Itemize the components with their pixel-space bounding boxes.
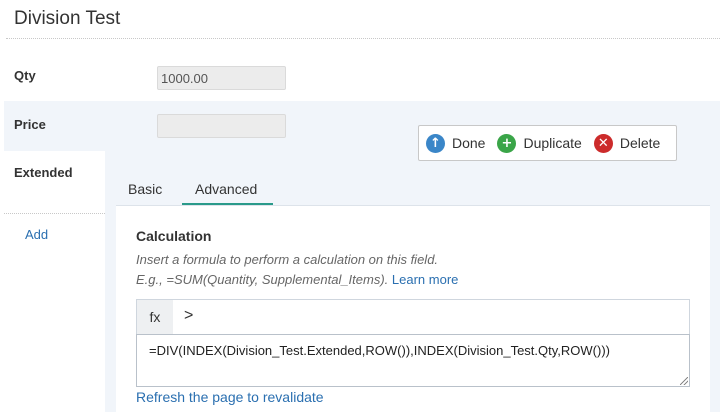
calculation-hint: Insert a formula to perform a calculatio… — [136, 252, 439, 267]
extended-divider — [4, 213, 105, 214]
title-divider — [6, 38, 720, 39]
done-button[interactable]: ↑ Done — [426, 133, 486, 153]
page-title: Division Test — [14, 8, 121, 29]
add-field-link[interactable]: Add — [25, 227, 48, 242]
price-field[interactable] — [157, 114, 286, 138]
learn-more-link[interactable]: Learn more — [392, 272, 458, 287]
formula-input[interactable]: =DIV(INDEX(Division_Test.Extended,ROW())… — [136, 334, 690, 387]
extended-row-tab[interactable] — [4, 151, 105, 213]
tab-advanced[interactable]: Advanced — [195, 181, 257, 197]
resize-handle-icon[interactable] — [680, 377, 688, 385]
calculation-heading: Calculation — [136, 228, 212, 244]
example-text: E.g., =SUM(Quantity, Supplemental_Items)… — [136, 272, 389, 287]
fx-icon: fx — [137, 300, 173, 334]
tab-basic[interactable]: Basic — [128, 181, 162, 197]
calculation-example: E.g., =SUM(Quantity, Supplemental_Items)… — [136, 272, 458, 287]
extended-label[interactable]: Extended — [14, 165, 73, 180]
price-label: Price — [14, 117, 46, 132]
close-icon: ✕ — [593, 133, 613, 153]
qty-field[interactable]: 1000.00 — [157, 66, 286, 90]
delete-label: Delete — [619, 135, 661, 151]
arrow-up-icon: ↑ — [426, 133, 445, 153]
formula-toolbar: fx > — [136, 299, 690, 335]
duplicate-label: Duplicate — [523, 135, 582, 151]
active-tab-indicator — [182, 203, 273, 205]
plus-icon: + — [497, 133, 517, 153]
delete-button[interactable]: ✕ Delete — [593, 133, 661, 153]
done-label: Done — [452, 135, 486, 151]
duplicate-button[interactable]: + Duplicate — [497, 133, 582, 153]
refresh-link[interactable]: Refresh the page to revalidate — [136, 389, 324, 405]
qty-label: Qty — [14, 68, 36, 83]
chevron-right-icon[interactable]: > — [184, 307, 193, 325]
field-actions-toolbar: ↑ Done + Duplicate ✕ Delete — [418, 125, 677, 161]
